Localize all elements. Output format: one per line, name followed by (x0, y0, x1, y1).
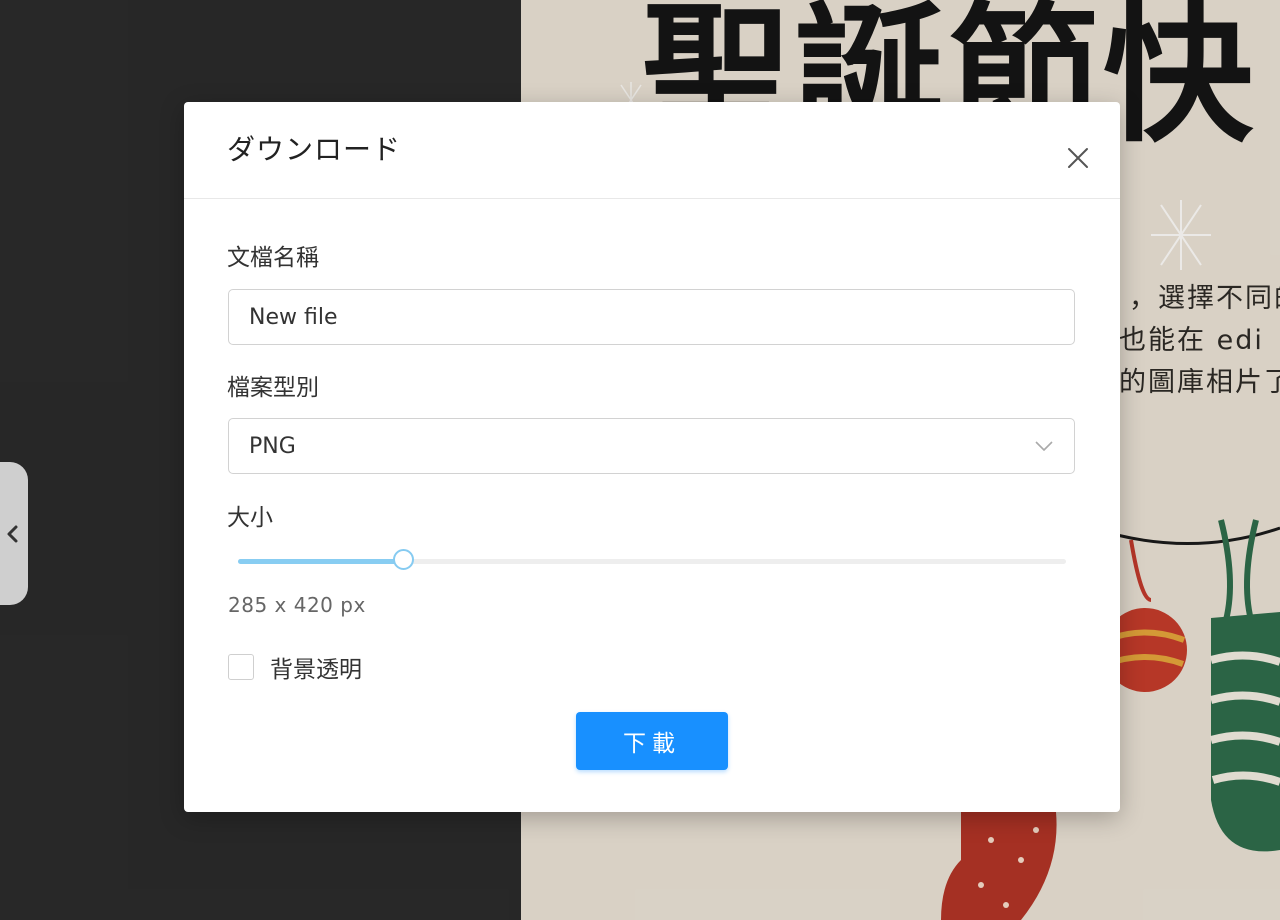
chevron-left-icon (7, 525, 18, 542)
size-readout: 285 x 420 px (228, 593, 366, 617)
download-button[interactable]: 下載 (576, 712, 728, 770)
transparent-background-option[interactable]: 背景透明 (228, 650, 362, 684)
dialog-title: ダウンロード (227, 133, 402, 166)
filename-input[interactable] (228, 289, 1075, 345)
dialog-header: ダウンロード (184, 102, 1120, 199)
panel-toggle-tab[interactable] (0, 462, 28, 605)
close-icon (1068, 148, 1088, 168)
filetype-selected-value: PNG (249, 433, 296, 459)
close-button[interactable] (1064, 144, 1092, 172)
filetype-select[interactable]: PNG (228, 418, 1075, 474)
transparent-background-label: 背景透明 (270, 657, 362, 683)
slider-handle[interactable] (392, 549, 414, 570)
filetype-label: 檔案型別 (227, 375, 319, 401)
app-stage: 聖誕節快 ，選擇不同的 也能在 edi 的圖庫相片了 ダウンロード 文檔名稱 檔… (0, 0, 1280, 920)
filename-label: 文檔名稱 (227, 245, 319, 271)
download-dialog: ダウンロード 文檔名稱 檔案型別 PNG 大小 285 x 420 px 背景 (184, 102, 1120, 812)
size-label: 大小 (227, 505, 273, 531)
slider-track (238, 559, 404, 564)
transparent-background-checkbox[interactable] (228, 654, 254, 680)
size-slider[interactable] (238, 548, 1066, 574)
chevron-down-icon (1035, 441, 1053, 451)
